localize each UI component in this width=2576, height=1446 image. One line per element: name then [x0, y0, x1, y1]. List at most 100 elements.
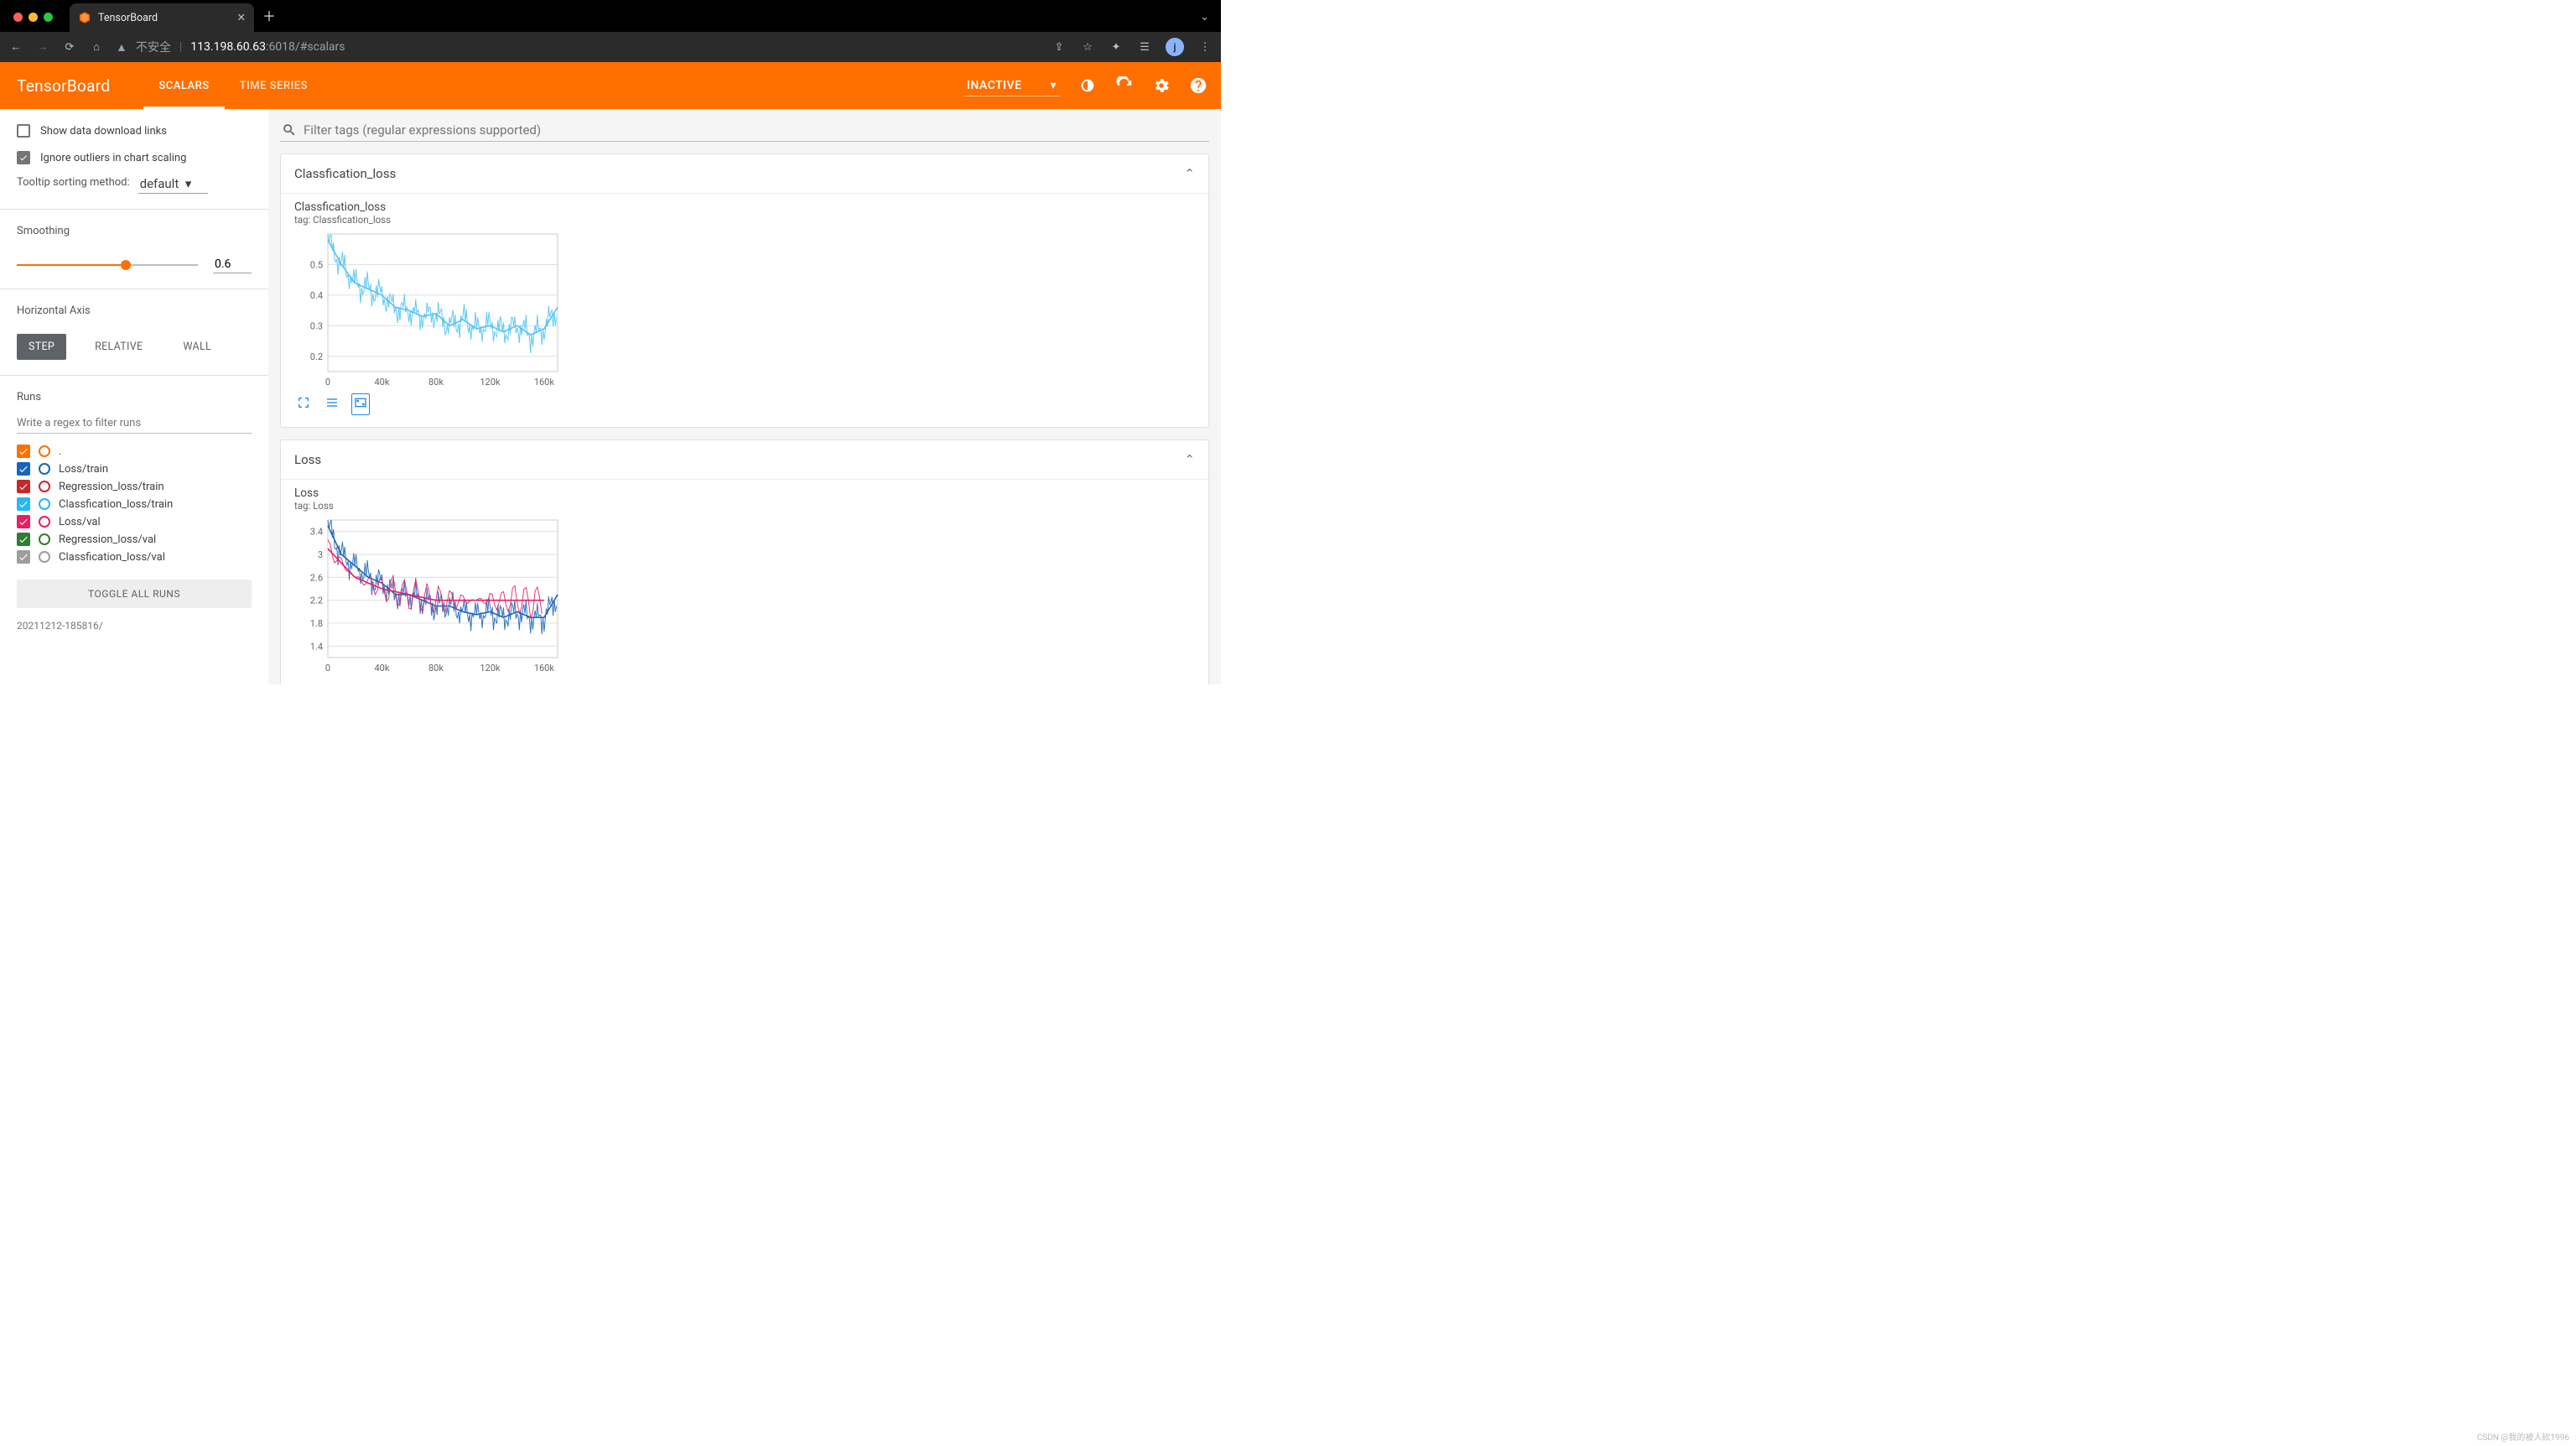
svg-text:40k: 40k [374, 377, 389, 388]
address-bar[interactable]: ▲ 不安全 | 113.198.60.63:6018/#scalars [116, 39, 1040, 55]
chart-tag: tag: Loss [294, 500, 1195, 512]
svg-text:0: 0 [325, 377, 330, 388]
run-checkbox-icon [17, 480, 30, 493]
tooltip-sort-select[interactable]: default ▾ [138, 174, 209, 194]
tab-scalars[interactable]: SCALARS [143, 62, 224, 109]
search-icon [282, 122, 297, 138]
help-icon[interactable] [1189, 76, 1208, 95]
run-checkbox-icon [17, 550, 30, 564]
url-path: /#scalars [295, 40, 345, 54]
app-title: TensorBoard [17, 76, 110, 96]
run-row[interactable]: Regression_loss/train [17, 480, 252, 493]
run-checkbox-icon [17, 533, 30, 546]
url-host: 113.198.60.63 [190, 40, 266, 54]
browser-toolbar: ← → ⟳ ⌂ ▲ 不安全 | 113.198.60.63:6018/#scal… [0, 32, 1221, 62]
run-color-ring-icon [39, 533, 50, 545]
watermark: CSDN @我的被人砍1996 [2477, 1430, 2569, 1443]
checkbox-checked-icon [17, 151, 30, 164]
theme-toggle-icon[interactable] [1078, 76, 1097, 95]
svg-text:160k: 160k [534, 377, 555, 388]
smoothing-input[interactable] [213, 256, 252, 273]
tag-filter-input[interactable] [304, 122, 1208, 138]
svg-text:2.6: 2.6 [310, 572, 323, 583]
run-row[interactable]: . [17, 445, 252, 458]
run-checkbox-icon [17, 445, 30, 458]
card-title: Loss [294, 452, 321, 467]
header-tabs: SCALARS TIME SERIES [143, 62, 323, 109]
runs-filter-input[interactable] [17, 414, 252, 434]
back-button[interactable]: ← [8, 39, 23, 55]
chart-title: Loss [294, 486, 1195, 500]
share-icon[interactable]: ⇪ [1052, 39, 1067, 55]
run-row[interactable]: Loss/val [17, 515, 252, 528]
haxis-relative-button[interactable]: RELATIVE [83, 334, 154, 360]
reload-button[interactable]: ⟳ [62, 39, 77, 55]
horizontal-axis-label: Horizontal Axis [17, 304, 252, 317]
maximize-window-icon[interactable] [44, 13, 53, 22]
browser-titlebar: TensorBoard ✕ ＋ ⌄ [0, 0, 1221, 32]
smoothing-slider[interactable] [17, 264, 198, 266]
tabs-overflow-icon[interactable]: ⌄ [1200, 11, 1209, 23]
run-label: Classfication_loss/train [59, 498, 173, 511]
browser-tab[interactable]: TensorBoard ✕ [70, 3, 254, 32]
new-tab-button[interactable]: ＋ [262, 5, 276, 25]
chart-tag: tag: Classfication_loss [294, 214, 1195, 226]
run-checkbox-icon [17, 515, 30, 528]
extensions-icon[interactable]: ✦ [1109, 39, 1124, 55]
svg-text:0.5: 0.5 [310, 259, 323, 270]
bookmark-icon[interactable]: ☆ [1080, 39, 1095, 55]
toggle-log-icon[interactable] [323, 393, 341, 415]
svg-text:0.3: 0.3 [310, 320, 323, 331]
close-tab-icon[interactable]: ✕ [237, 11, 246, 24]
tensorboard-header: TensorBoard SCALARS TIME SERIES INACTIVE… [0, 62, 1221, 109]
tag-filter[interactable] [280, 119, 1209, 142]
svg-text:80k: 80k [428, 663, 444, 674]
plugin-selector[interactable]: INACTIVE ▾ [963, 75, 1060, 96]
svg-text:1.8: 1.8 [310, 618, 323, 629]
show-download-label: Show data download links [40, 125, 167, 138]
svg-text:1.4: 1.4 [310, 641, 323, 652]
ignore-outliers-checkbox[interactable]: Ignore outliers in chart scaling [17, 151, 252, 164]
toggle-all-runs-button[interactable]: TOGGLE ALL RUNS [17, 580, 252, 608]
close-window-icon[interactable] [13, 13, 23, 22]
run-label: Loss/val [59, 516, 101, 528]
home-button[interactable]: ⌂ [89, 39, 104, 55]
chart-title: Classfication_loss [294, 200, 1195, 214]
settings-icon[interactable] [1152, 76, 1171, 95]
svg-text:0.2: 0.2 [310, 351, 323, 362]
run-color-ring-icon [39, 498, 50, 510]
reading-list-icon[interactable]: ☰ [1137, 39, 1152, 55]
run-color-ring-icon [39, 516, 50, 528]
checkbox-icon [17, 124, 30, 138]
tab-time-series[interactable]: TIME SERIES [225, 62, 323, 109]
svg-text:0.4: 0.4 [310, 290, 323, 301]
profile-avatar[interactable]: j [1166, 38, 1184, 56]
refresh-icon[interactable] [1115, 76, 1134, 95]
run-row[interactable]: Regression_loss/val [17, 533, 252, 546]
expand-chart-icon[interactable] [294, 393, 313, 415]
card-header[interactable]: Classfication_loss ⌃ [281, 154, 1208, 193]
tooltip-sort-label: Tooltip sorting method: [17, 176, 130, 189]
svg-text:80k: 80k [428, 377, 444, 388]
haxis-wall-button[interactable]: WALL [171, 334, 223, 360]
run-color-ring-icon [39, 481, 50, 492]
run-color-ring-icon [39, 463, 50, 475]
run-row[interactable]: Loss/train [17, 462, 252, 476]
svg-text:120k: 120k [480, 663, 501, 674]
show-download-checkbox[interactable]: Show data download links [17, 124, 252, 138]
window-controls[interactable] [13, 13, 53, 22]
fit-domain-icon[interactable] [351, 393, 370, 415]
run-checkbox-icon [17, 497, 30, 511]
sidebar: Show data download links Ignore outliers… [0, 109, 268, 684]
collapse-icon[interactable]: ⌃ [1184, 452, 1195, 467]
run-label: Loss/train [59, 463, 108, 476]
run-row[interactable]: Classfication_loss/val [17, 550, 252, 564]
scalar-card: Loss ⌃ Loss tag: Loss 1.41.82.22.633.404… [280, 440, 1209, 684]
menu-icon[interactable]: ⋮ [1197, 39, 1213, 55]
run-row[interactable]: Classfication_loss/train [17, 497, 252, 511]
security-warning-icon: ▲ [116, 40, 127, 55]
card-header[interactable]: Loss ⌃ [281, 440, 1208, 479]
collapse-icon[interactable]: ⌃ [1184, 166, 1195, 181]
haxis-step-button[interactable]: STEP [17, 334, 66, 360]
minimize-window-icon[interactable] [29, 13, 38, 22]
